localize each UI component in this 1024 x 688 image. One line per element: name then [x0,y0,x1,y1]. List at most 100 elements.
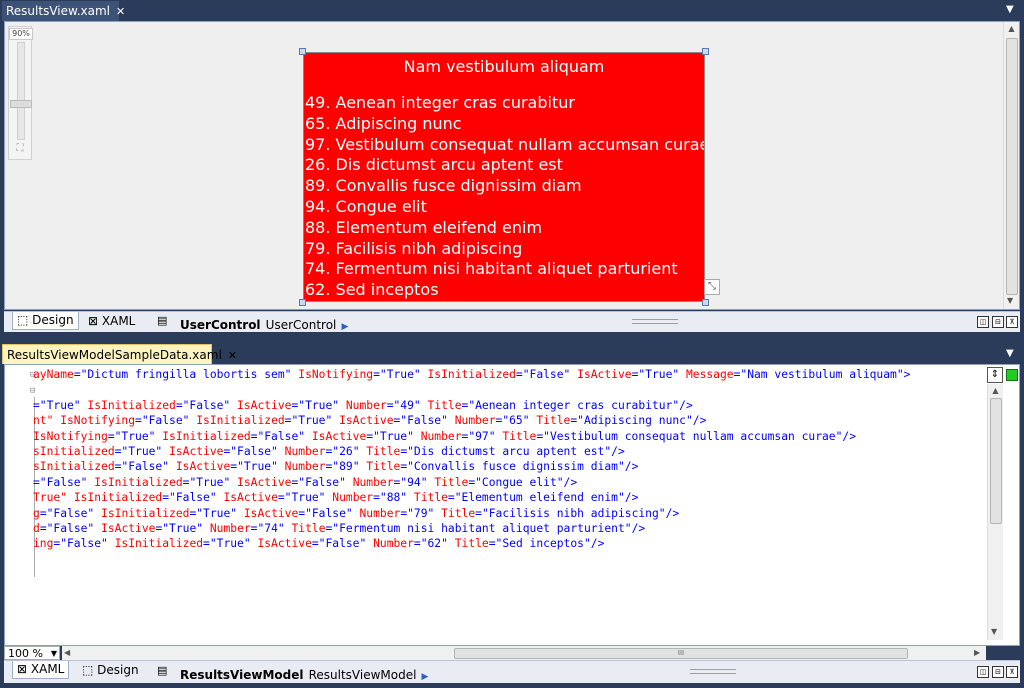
tab-list-dropdown-icon[interactable]: ▼ [1006,4,1014,15]
zoom-thumb[interactable] [10,100,32,108]
code-value: ="False" [114,460,170,474]
tab-label: XAML [101,314,136,328]
scroll-up-icon[interactable]: ▲ [988,386,1003,395]
document-outline-icon[interactable]: ▤ [157,664,167,677]
editor-horizontal-scrollbar[interactable]: ◀ III ▶ [62,646,986,660]
chevron-down-icon[interactable]: ▼ [51,647,59,661]
code-line[interactable] [33,382,910,397]
tab-sample-data-xaml[interactable]: ResultsViewModelSampleData.xaml ✕ [2,344,237,364]
auto-size-icon[interactable]: ⤡ [704,279,720,295]
designer-tab-bar [0,0,1024,20]
code-value: ="26" [325,445,360,459]
code-attribute: IsActive [169,460,231,474]
breadcrumb-root[interactable]: ResultsViewModel [180,668,304,682]
collapse-pane-icon[interactable]: ⊼ [1006,316,1018,328]
breadcrumb-arrow-icon[interactable]: ▶ [422,672,429,682]
selection-handle[interactable] [702,48,709,55]
tab-design[interactable]: ⬚ Design [78,662,143,678]
breadcrumb-item[interactable]: UserControl [266,318,337,332]
zoom-track[interactable] [17,42,25,140]
code-attribute: IsActive [230,475,292,489]
code-value: ="Dictum fringilla lobortis sem" [73,368,292,381]
tab-list-dropdown-icon[interactable]: ▼ [1006,348,1014,359]
selection-handle[interactable] [299,299,306,306]
code-line[interactable]: ayName="Dictum fringilla lobortis sem" I… [33,367,910,382]
code-attribute: IsNotifying [291,368,374,381]
split-horizontal-icon[interactable]: ⊟ [992,316,1004,328]
code-value: ="True" [631,368,680,381]
collapse-pane-icon[interactable]: ⊼ [1006,666,1018,678]
scroll-down-icon[interactable]: ▼ [991,627,997,636]
code-line[interactable]: ing="False" IsInitialized="True" IsActiv… [33,536,910,551]
split-vertical-icon[interactable]: ◫ [977,316,989,328]
code-attribute: Number [325,491,374,505]
tab-xaml[interactable]: ⊠ XAML [12,661,70,679]
code-value: ="True" [291,398,340,412]
split-horizontal-icon[interactable]: ⊟ [992,666,1004,678]
code-attribute: IsInitialized [420,368,516,381]
code-value: ="74" [250,522,285,536]
code-line[interactable]: g="False" IsInitialized="True" IsActive=… [33,506,910,521]
code-value: /> [679,398,693,412]
code-line[interactable]: sInitialized="True" IsActive="False" Num… [33,444,910,459]
code-value: ="True" [284,414,333,428]
code-attribute: Number [366,537,414,551]
tab-label: ResultsView.xaml [6,4,110,18]
code-attribute: Number [413,429,462,443]
code-text[interactable]: ayName="Dictum fringilla lobortis sem" I… [33,367,910,552]
split-vertical-icon[interactable]: ◫ [977,666,989,678]
fit-to-screen-icon[interactable]: ⛶ [12,143,28,155]
code-line[interactable]: d="False" IsActive="True" Number="74" Ti… [33,521,910,536]
scroll-right-icon[interactable]: ▶ [974,648,980,657]
code-value: ="Vestibulum consequat nullam accumsan c… [536,429,843,443]
tab-label: Design [32,313,74,327]
code-line[interactable]: IsNotifying="True" IsInitialized="False"… [33,429,910,444]
tab-xaml[interactable]: ⊠ XAML [84,313,139,329]
editor-zoom-combo[interactable]: 100 % ▼ [4,646,60,660]
splitter-grip[interactable] [690,669,736,674]
code-value: ="False" [33,475,88,489]
editor-vertical-scrollbar[interactable]: ▲ ▼ [987,384,1003,640]
code-attribute: IsNotifying [33,429,108,443]
scroll-thumb[interactable] [1006,38,1018,295]
code-line[interactable]: ="False" IsInitialized="True" IsActive="… [33,475,910,490]
breadcrumb-item[interactable]: ResultsViewModel [309,668,417,682]
code-line[interactable]: nt" IsNotifying="False" IsInitialized="T… [33,413,910,428]
code-attribute: IsInitialized [107,537,204,551]
designer-vertical-scrollbar[interactable]: ▲ ▼ [1003,22,1019,309]
tab-results-view-xaml[interactable]: ResultsView.xaml ✕ [2,1,125,21]
xaml-icon: ⊠ [88,314,99,328]
code-line[interactable]: sInitialized="False" IsActive="True" Num… [33,459,910,474]
selection-handle[interactable] [299,48,306,55]
code-line[interactable]: ="True" IsInitialized="False" IsActive="… [33,398,910,413]
scroll-thumb[interactable]: III [454,648,908,659]
scroll-thumb[interactable] [990,398,1002,524]
scroll-down-icon[interactable]: ▼ [1007,296,1013,305]
scroll-left-icon[interactable]: ◀ [64,648,70,657]
breadcrumb-root[interactable]: UserControl [180,318,261,332]
code-attribute: IsActive [332,414,394,428]
code-line[interactable]: True" IsInitialized="False" IsActive="Tr… [33,490,910,505]
code-attribute: Title [284,522,326,536]
close-icon[interactable]: ✕ [116,5,125,18]
code-value: ="False" [291,475,346,489]
scroll-up-icon[interactable]: ▲ [1004,24,1019,33]
design-icon: ⬚ [82,663,94,677]
split-editor-icon[interactable]: ⇕ [987,367,1003,383]
code-attribute: IsInitialized [155,429,251,443]
code-value: ="Convallis fusce dignissim diam" [400,460,625,474]
list-item: 26. Dis dictumst arcu aptent est [305,155,563,175]
close-icon[interactable]: ✕ [228,349,237,362]
code-attribute: d [33,522,40,536]
code-value: ="True" [114,445,163,459]
document-outline-icon[interactable]: ▤ [157,314,167,327]
code-value: ="False" [39,506,95,520]
breadcrumb-arrow-icon[interactable]: ▶ [341,322,348,332]
selection-handle[interactable] [702,299,709,306]
user-control-preview[interactable]: Nam vestibulum aliquam 49. Aenean intege… [303,52,705,302]
code-attribute: Number [277,445,326,459]
splitter-grip[interactable] [632,319,678,324]
code-attribute: Title [427,475,469,489]
code-attribute: Message [679,368,734,381]
tab-design[interactable]: ⬚ Design [12,312,79,330]
